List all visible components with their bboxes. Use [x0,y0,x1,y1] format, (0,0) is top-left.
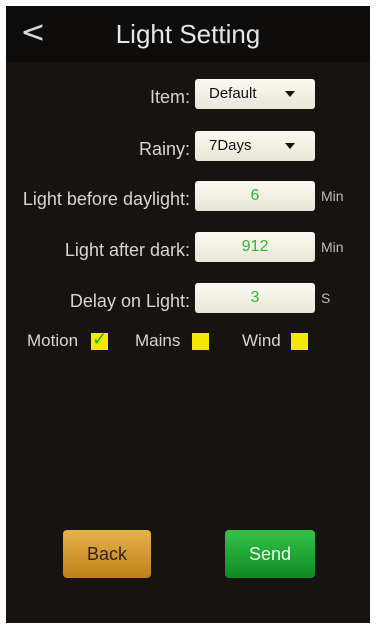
delay-on-light-unit: S [321,290,331,306]
light-before-daylight-unit: Min [321,188,344,204]
send-button[interactable]: Send [225,530,315,578]
caret-down-icon [285,143,295,149]
light-before-daylight-input[interactable]: 6 [195,181,315,211]
rainy-select-value: 7Days [209,137,252,154]
page-title: Light Setting [115,19,261,49]
wind-checkbox[interactable] [291,333,308,350]
motion-label: Motion [27,331,79,350]
mains-checkbox[interactable] [192,333,209,350]
light-before-daylight-label: Light before daylight: [22,189,190,209]
check-mark-icon: ✓ [92,329,108,350]
back-button[interactable]: Back [63,530,151,578]
light-after-dark-unit: Min [321,239,344,255]
mains-label: Mains [135,331,181,350]
rainy-select[interactable]: 7Days [195,131,315,161]
item-label: Item: [149,87,190,107]
wind-label: Wind [242,331,281,350]
caret-down-icon [285,91,295,97]
header-bar: < Light Setting [6,6,370,62]
light-setting-screen: < Light Setting Item: Default Rainy: 7Da… [6,6,370,623]
delay-on-light-label: Delay on Light: [69,291,190,311]
delay-on-light-input[interactable]: 3 [195,283,315,313]
item-select[interactable]: Default [195,79,315,109]
light-after-dark-label: Light after dark: [64,240,190,260]
motion-checkbox[interactable]: ✓ [91,329,108,350]
rainy-label: Rainy: [138,139,190,159]
item-select-value: Default [209,85,257,102]
light-after-dark-input[interactable]: 912 [195,232,315,262]
